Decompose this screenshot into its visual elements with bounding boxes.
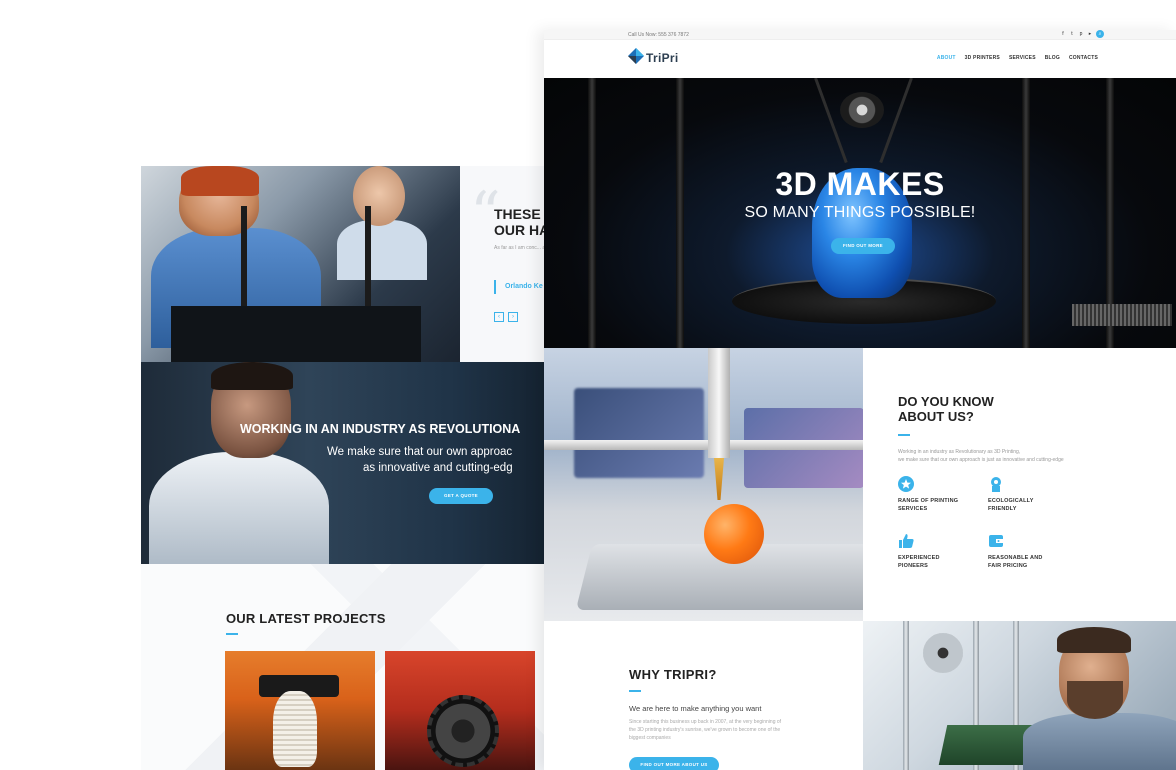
nav-item-about[interactable]: ABOUT xyxy=(937,55,956,61)
get-a-quote-button[interactable]: GET A QUOTE xyxy=(429,488,493,504)
printer-head xyxy=(840,92,884,128)
engineer-photo xyxy=(863,621,1176,770)
find-out-more-button[interactable]: FIND OUT MORE xyxy=(831,238,895,254)
about-title: DO YOU KNOW ABOUT US? xyxy=(898,394,994,424)
why-tripri-section: WHY TRIPRI? We are here to make anything… xyxy=(544,621,863,770)
about-accent-bar xyxy=(898,434,910,436)
find-out-more-about-us-button[interactable]: FIND OUT MORE ABOUT US xyxy=(629,757,719,770)
thumbs-up-icon xyxy=(898,533,914,549)
project-card[interactable] xyxy=(225,651,375,770)
testimonial-author: Orlando Ke xyxy=(505,283,543,290)
hero-subtitle: SO MANY THINGS POSSIBLE! xyxy=(744,204,976,221)
why-title: WHY TRIPRI? xyxy=(629,667,717,682)
social-links: f t p ▸ ⌕ xyxy=(1060,30,1104,38)
nav-item-blog[interactable]: BLOG xyxy=(1045,55,1060,61)
latest-projects-section: OUR LATEST PROJECTS xyxy=(141,564,561,770)
author-accent-bar xyxy=(494,280,496,294)
call-us-text: Call Us Now: 555 376 7872 xyxy=(628,32,689,38)
projects-title: OUR LATEST PROJECTS xyxy=(226,611,386,626)
nav-menu: ABOUT 3D PRINTERS SERVICES BLOG CONTACTS xyxy=(937,55,1098,61)
nav-item-services[interactable]: SERVICES xyxy=(1009,55,1036,61)
back-page-preview: “ THESE A OUR HA As far as I am conc... … xyxy=(141,166,561,770)
why-lead-text: We are here to make anything you want xyxy=(629,704,762,713)
team-photo xyxy=(141,166,460,362)
search-icon[interactable]: ⌕ xyxy=(1096,30,1104,38)
prev-arrow-icon[interactable]: ‹ xyxy=(494,312,504,322)
why-description: Since starting this business up back in … xyxy=(629,719,782,741)
next-arrow-icon[interactable]: › xyxy=(508,312,518,322)
project-card[interactable] xyxy=(385,651,535,770)
banner-title: WORKING IN AN INDUSTRY AS REVOLUTIONA xyxy=(240,422,521,436)
eco-badge-icon xyxy=(988,476,1004,492)
banner-subtitle: We make sure that our own approac as inn… xyxy=(327,446,513,474)
star-badge-icon xyxy=(898,476,914,492)
about-us-section: DO YOU KNOW ABOUT US? Working in an indu… xyxy=(863,348,1176,621)
nav-item-contacts[interactable]: CONTACTS xyxy=(1069,55,1098,61)
hero-title: 3D MAKES xyxy=(775,166,945,202)
about-description: Working in an industry as Revolutionary … xyxy=(898,449,1064,463)
printer-nozzle-photo xyxy=(544,348,863,621)
twitter-icon[interactable]: t xyxy=(1069,31,1075,37)
nav-item-3d-printers[interactable]: 3D PRINTERS xyxy=(965,55,1000,61)
feature-experienced-pioneers: EXPERIENCED PIONEERS xyxy=(898,533,988,570)
quote-banner: WORKING IN AN INDUSTRY AS REVOLUTIONA We… xyxy=(141,362,561,564)
feature-fair-pricing: REASONABLE AND FAIR PRICING xyxy=(988,533,1078,570)
main-navbar: TriPri ABOUT 3D PRINTERS SERVICES BLOG C… xyxy=(544,40,1176,78)
hero-section: 3D MAKES SO MANY THINGS POSSIBLE! FIND O… xyxy=(544,78,1176,348)
brand-name[interactable]: TriPri xyxy=(646,51,678,65)
wallet-icon xyxy=(988,533,1004,549)
projects-accent-bar xyxy=(226,633,238,635)
youtube-icon[interactable]: ▸ xyxy=(1087,31,1093,37)
feature-printing-services: RANGE OF PRINTING SERVICES xyxy=(898,476,988,513)
logo-icon[interactable] xyxy=(628,48,644,64)
feature-eco-friendly: ECOLOGICALLY FRIENDLY xyxy=(988,476,1078,513)
top-bar: Call Us Now: 555 376 7872 f t p ▸ ⌕ xyxy=(544,30,1176,40)
facebook-icon[interactable]: f xyxy=(1060,31,1066,37)
why-accent-bar xyxy=(629,690,641,692)
front-page-preview: Call Us Now: 555 376 7872 f t p ▸ ⌕ TriP… xyxy=(544,30,1176,770)
pinterest-icon[interactable]: p xyxy=(1078,31,1084,37)
